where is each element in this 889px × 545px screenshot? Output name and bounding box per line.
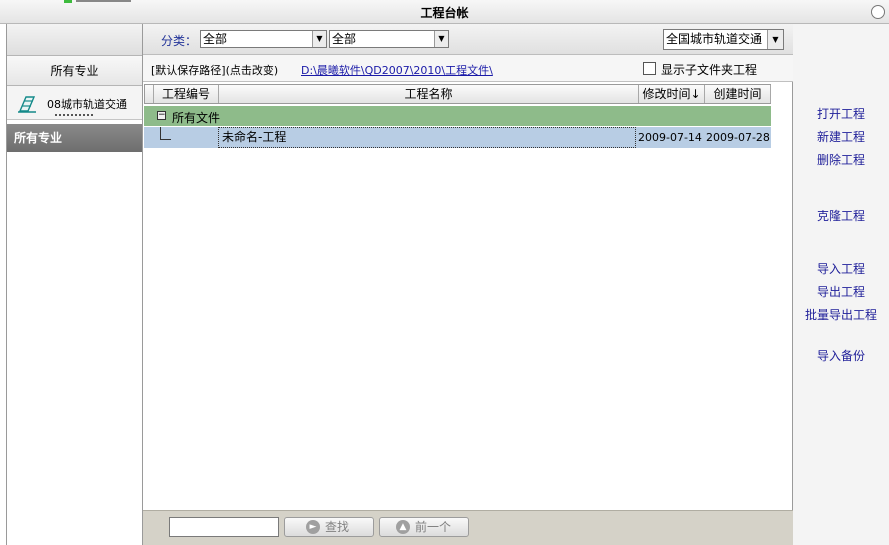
column-header-created[interactable]: 创建时间 <box>705 85 771 103</box>
category-select-1-value: 全部 <box>203 32 228 46</box>
search-input[interactable] <box>169 517 279 537</box>
category-select-2[interactable]: 全部 ▼ <box>329 30 449 48</box>
open-project-button[interactable]: 打开工程 <box>793 105 889 122</box>
left-sidebar: 所有专业 08城市轨道交通 所有专业 <box>6 24 143 545</box>
group-label: 所有文件 <box>172 111 221 125</box>
region-select[interactable]: 全国城市轨道交通 ▼ <box>663 29 784 50</box>
group-row-all-files[interactable]: − 所有文件 <box>144 106 771 126</box>
column-header-number[interactable]: 工程编号 <box>153 85 219 103</box>
sidebar-item-all-specialties[interactable]: 所有专业 <box>7 124 142 152</box>
previous-button[interactable]: ▲ 前一个 <box>379 517 469 537</box>
main-panel: 分类： 全部 ▼ 全部 ▼ 全国城市轨道交通 ▼ [默认保存路径](点击改变) … <box>143 24 793 545</box>
region-select-value: 全国城市轨道交通 <box>666 32 763 46</box>
filter-bar: 分类： 全部 ▼ 全部 ▼ 全国城市轨道交通 ▼ <box>143 24 793 55</box>
modified-date-cell: 2009-07-14 <box>638 131 702 144</box>
chevron-down-icon[interactable]: ▼ <box>434 31 448 47</box>
rail-transit-icon <box>18 96 36 113</box>
category-select-1[interactable]: 全部 ▼ <box>200 30 327 48</box>
close-icon[interactable] <box>871 5 885 19</box>
arrow-up-icon: ▲ <box>396 520 410 534</box>
window-title-bar: 工程台帐 <box>0 0 889 24</box>
chevron-down-icon[interactable]: ▼ <box>767 30 783 49</box>
import-project-button[interactable]: 导入工程 <box>793 260 889 277</box>
sidebar-item-label: 08城市轨道交通 <box>47 98 127 111</box>
category-label: 分类： <box>161 34 198 48</box>
tree-line <box>160 127 171 140</box>
find-button-label: 查找 <box>325 520 350 534</box>
tab-all-specialties[interactable]: 所有专业 <box>7 56 142 86</box>
title-bar-decoration <box>76 0 131 2</box>
sidebar-item-urban-rail[interactable]: 08城市轨道交通 <box>7 86 142 120</box>
chevron-down-icon[interactable]: ▼ <box>312 31 326 47</box>
collapse-icon[interactable]: − <box>157 111 166 120</box>
import-backup-button[interactable]: 导入备份 <box>793 347 889 364</box>
show-subfolder-checkbox[interactable] <box>643 62 656 75</box>
project-name-cell[interactable]: 未命名-工程 <box>218 127 636 148</box>
sidebar-header <box>7 24 142 56</box>
column-header-name[interactable]: 工程名称 <box>219 85 639 103</box>
show-subfolder-label[interactable]: 显示子文件夹工程 <box>661 61 757 78</box>
clone-project-button[interactable]: 克隆工程 <box>793 207 889 224</box>
delete-project-button[interactable]: 删除工程 <box>793 151 889 168</box>
previous-button-label: 前一个 <box>415 520 452 534</box>
batch-export-button[interactable]: 批量导出工程 <box>793 306 889 323</box>
column-header-modified[interactable]: 修改时间↓ <box>639 85 705 103</box>
action-panel: 打开工程 新建工程 删除工程 克隆工程 导入工程 导出工程 批量导出工程 导入备… <box>793 24 889 545</box>
save-path-bar: [默认保存路径](点击改变) D:\晨曦软件\QD2007\2010\工程文件\… <box>143 55 793 82</box>
save-path-link[interactable]: D:\晨曦软件\QD2007\2010\工程文件\ <box>301 62 493 78</box>
table-row[interactable]: 未命名-工程 2009-07-14 2009-07-28 <box>144 127 771 148</box>
title-bar-decoration <box>64 0 72 3</box>
window-title: 工程台帐 <box>420 6 469 20</box>
category-select-2-value: 全部 <box>332 32 357 46</box>
find-button[interactable]: ► 查找 <box>284 517 374 537</box>
project-table: 工程编号 工程名称 修改时间↓ 创建时间 − 所有文件 未命名-工程 2009-… <box>143 82 793 510</box>
export-project-button[interactable]: 导出工程 <box>793 283 889 300</box>
splitter-handle[interactable] <box>55 114 93 116</box>
save-path-label: [默认保存路径](点击改变) <box>151 64 279 77</box>
table-header: 工程编号 工程名称 修改时间↓ 创建时间 <box>144 84 771 104</box>
created-date-cell: 2009-07-28 <box>706 131 770 144</box>
new-project-button[interactable]: 新建工程 <box>793 128 889 145</box>
search-bar: ► 查找 ▲ 前一个 <box>143 510 793 545</box>
arrow-right-icon: ► <box>306 520 320 534</box>
